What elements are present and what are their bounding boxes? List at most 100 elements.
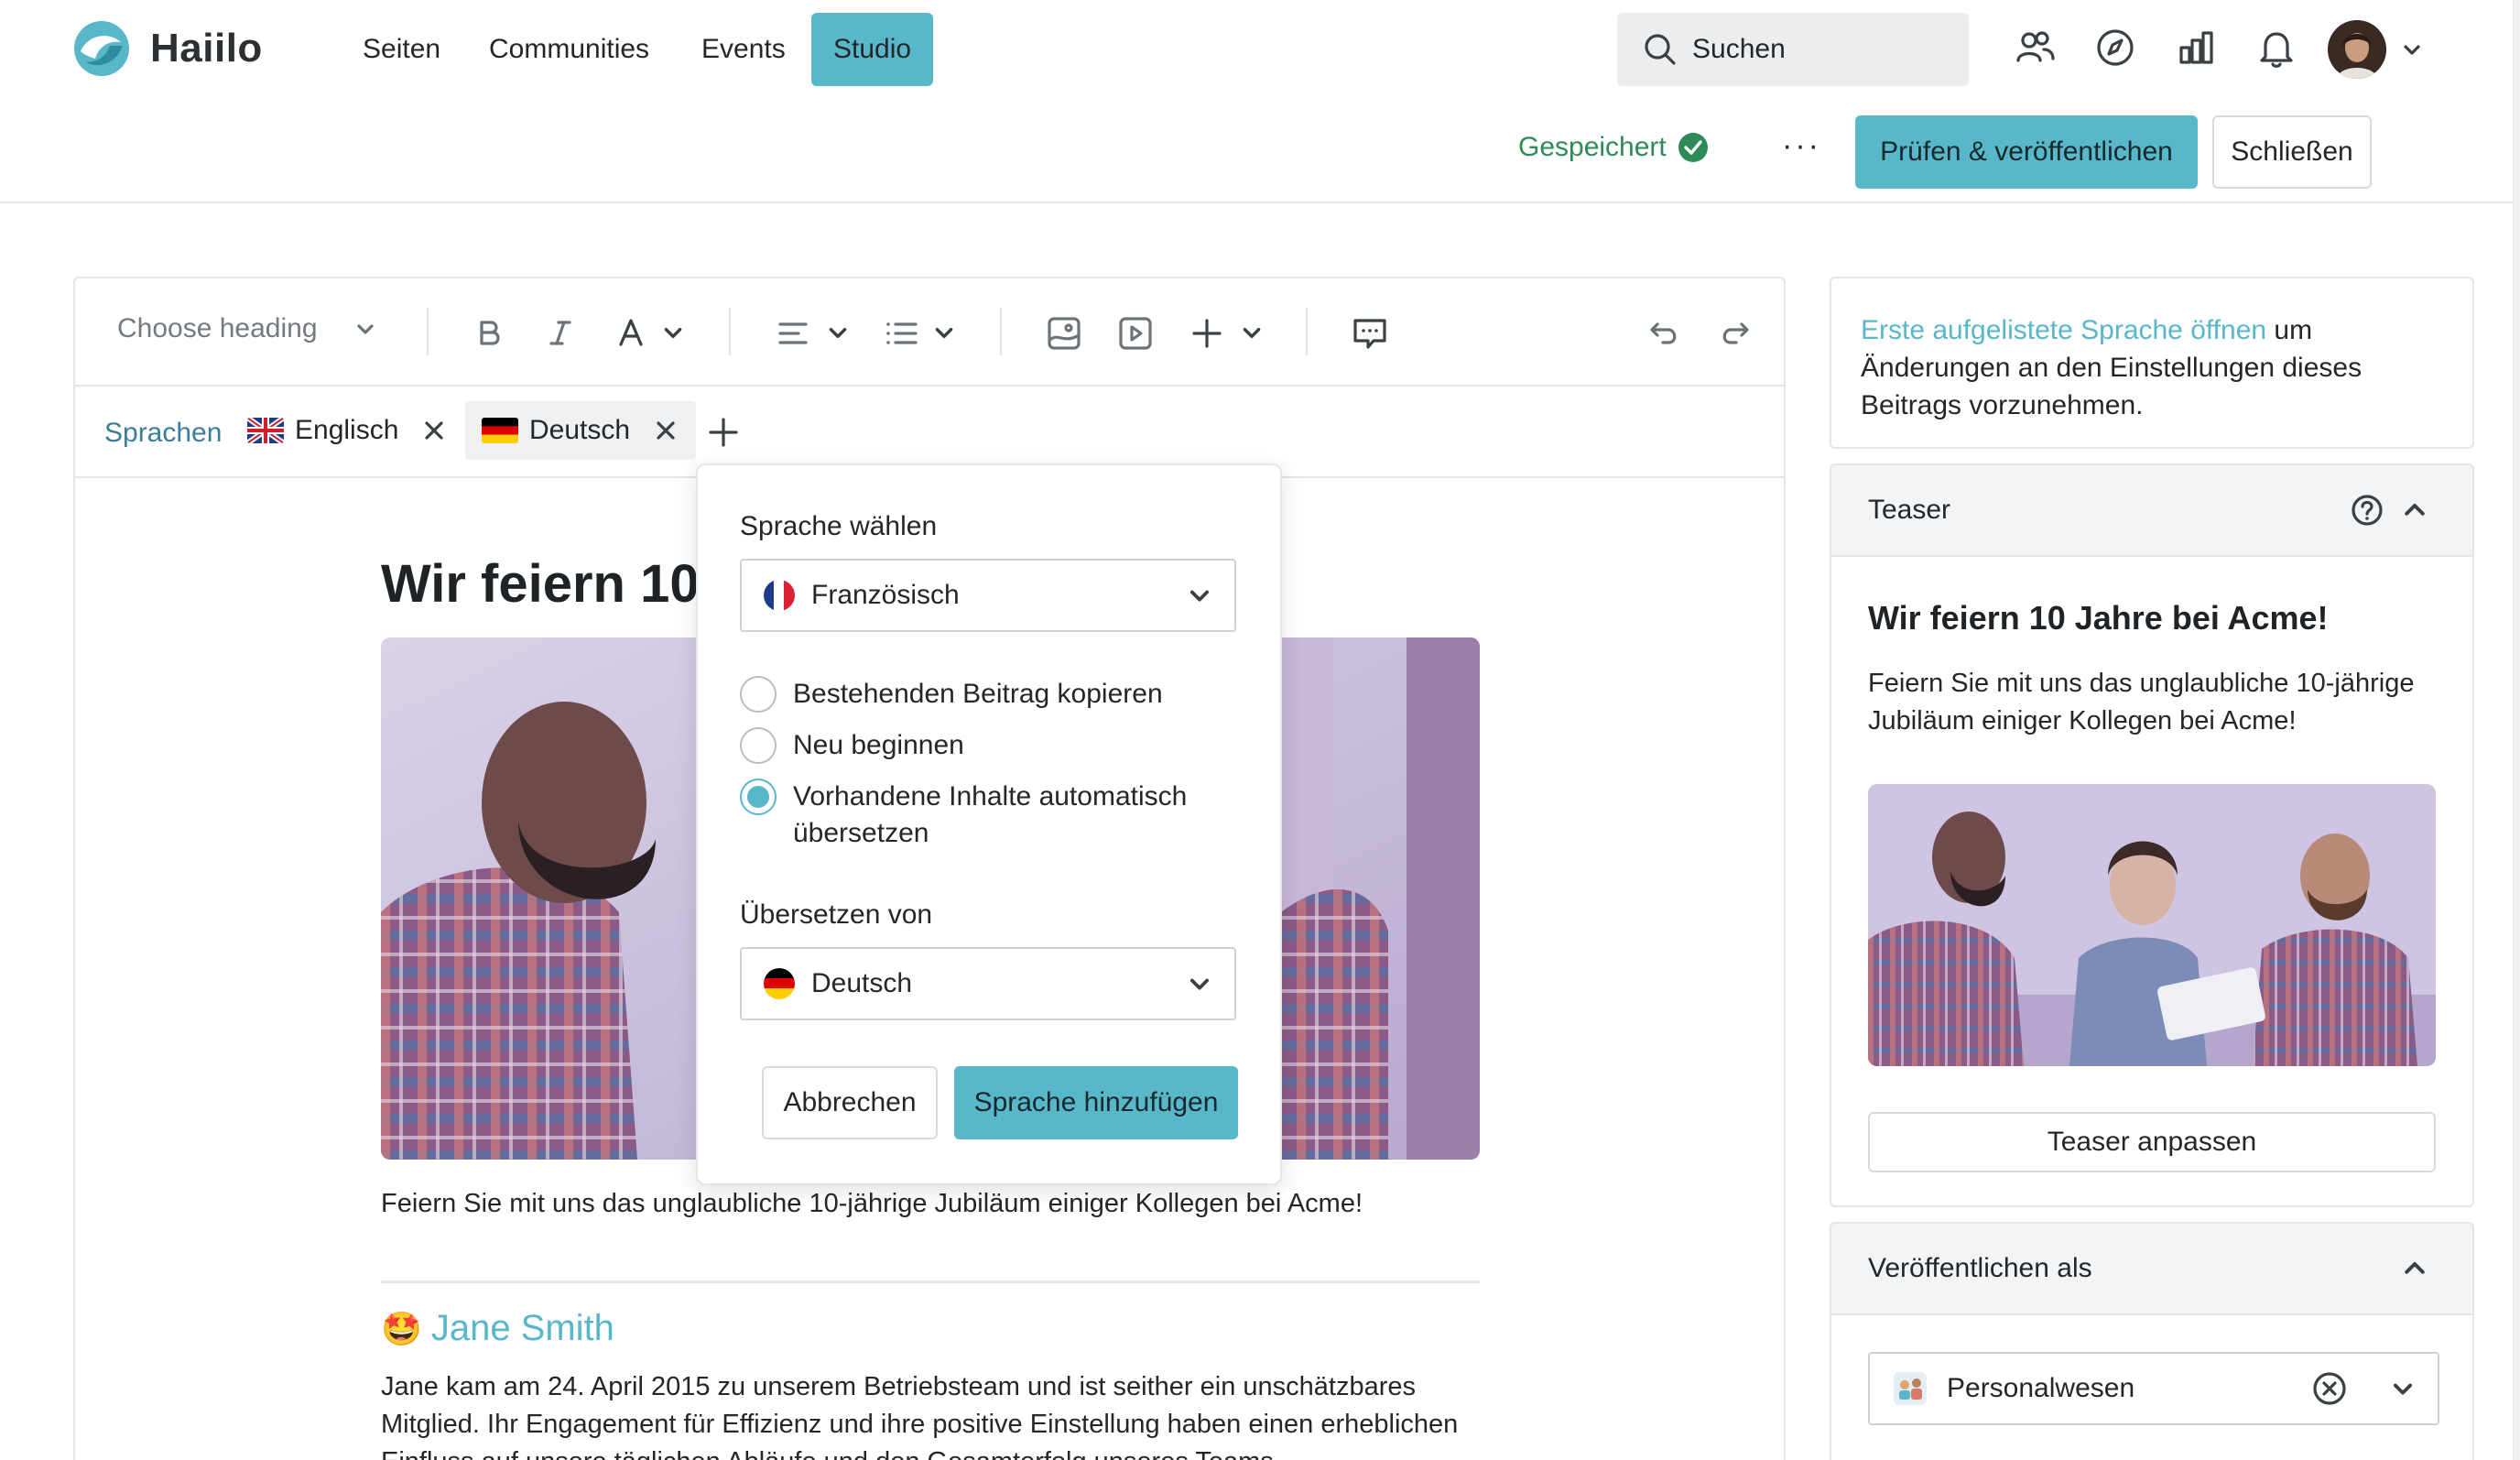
teaser-description: Feiern Sie mit uns das unglaubliche 10-j… [1868,669,2415,735]
publish-as-value: Personalwesen [1947,1373,2135,1403]
add-language-icon[interactable] [707,416,740,449]
language-tag-englisch[interactable]: Englisch [231,401,464,460]
search-placeholder: Suchen [1692,34,1786,64]
chevron-down-icon[interactable] [2401,38,2423,60]
close-icon[interactable] [420,417,448,444]
teaser-header-title: Teaser [1868,495,1951,525]
teaser-image [1868,784,2436,1066]
user-avatar[interactable] [2328,20,2386,79]
close-button[interactable]: Schließen [2212,115,2372,189]
toolbar-divider [729,308,731,355]
publish-as-header-title: Veröffentlichen als [1868,1253,2092,1283]
check-circle-icon [1678,133,1708,162]
cancel-button[interactable]: Abbrechen [762,1066,938,1139]
german-flag-icon [764,968,795,999]
chevron-down-icon[interactable] [826,321,850,344]
app-name: Haiilo [150,26,263,71]
star-struck-emoji-icon: 🤩 [381,1309,422,1347]
chevron-down-icon[interactable] [1240,321,1264,344]
publish-as-select[interactable]: Personalwesen [1868,1352,2439,1425]
nav-item-studio[interactable]: Studio [811,13,934,86]
chevron-up-icon[interactable] [2401,1255,2428,1282]
analytics-icon[interactable] [2174,26,2218,70]
choose-language-label: Sprache wählen [740,511,938,541]
adjust-teaser-button[interactable]: Teaser anpassen [1868,1112,2436,1172]
option-label: Neu beginnen [793,730,964,760]
post-title[interactable]: Wir feiern 10 . [381,553,729,615]
compass-icon[interactable] [2093,26,2137,70]
help-icon[interactable] [2350,493,2384,528]
radio-button[interactable] [740,676,777,713]
italic-icon[interactable] [540,313,581,354]
post-caption[interactable]: Feiern Sie mit uns das unglaubliche 10-j… [381,1189,1363,1219]
author-name: Jane Smith [430,1308,614,1348]
teaser-title: Wir feiern 10 Jahre bei Acme! [1868,599,2329,637]
option-auto-translate[interactable]: Vorhandene Inhalte automatisch übersetze… [740,779,1253,852]
add-language-popover: Sprache wählen Französisch Bestehenden B… [696,463,1282,1185]
publish-as-panel-header[interactable]: Veröffentlichen als [1831,1224,2472,1315]
german-flag-icon [482,418,518,443]
language-tag-label: Deutsch [529,415,631,445]
author-heading[interactable]: 🤩 Jane Smith [381,1308,614,1349]
radio-button-selected[interactable] [740,779,777,815]
nav-item-events[interactable]: Events [679,13,808,86]
text-color-icon[interactable] [612,313,652,354]
language-select[interactable]: Französisch [740,559,1236,632]
search-input[interactable]: Suchen [1617,13,1969,86]
language-tag-deutsch[interactable]: Deutsch [465,401,697,460]
comment-icon[interactable] [1350,313,1390,354]
plus-icon[interactable] [1187,313,1227,354]
chevron-down-icon[interactable] [661,321,685,344]
add-language-button[interactable]: Sprache hinzufügen [954,1066,1238,1139]
more-options-button[interactable]: ··· [1782,128,1821,164]
review-publish-button[interactable]: Prüfen & veröffentlichen [1855,115,2198,189]
author-paragraph[interactable]: Jane kam am 24. April 2015 zu unserem Be… [381,1368,1480,1460]
heading-select[interactable]: Choose heading [117,313,376,344]
bell-icon[interactable] [2254,26,2298,70]
language-tag-label: Englisch [295,415,399,445]
haiilo-logo-icon [74,21,129,76]
translate-from-value: Deutsch [811,968,913,998]
nav-item-seiten[interactable]: Seiten [341,13,462,86]
content-divider [381,1280,1480,1283]
clear-selection-icon[interactable] [2311,1370,2348,1407]
translate-from-label: Übersetzen von [740,899,933,930]
toolbar-divider [1000,308,1002,355]
top-navigation-bar: Haiilo Seiten Communities Events Studio … [0,0,2520,101]
page-scrollbar[interactable] [2513,0,2520,1460]
chevron-down-icon[interactable] [2390,1376,2416,1401]
publish-as-panel: Veröffentlichen als Personalwesen [1830,1222,2474,1460]
option-label: Vorhandene Inhalte automatisch übersetze… [793,781,1188,848]
chevron-down-icon [1189,978,1210,990]
french-flag-icon [764,580,795,611]
haiilo-logo[interactable]: Haiilo [71,18,263,79]
nav-item-communities[interactable]: Communities [467,13,671,86]
team-avatar-icon [1894,1372,1927,1405]
uk-flag-icon [247,418,284,443]
option-label: Bestehenden Beitrag kopieren [793,679,1163,709]
option-copy-existing[interactable]: Bestehenden Beitrag kopieren [740,676,1163,713]
teaser-panel: Teaser Wir feiern 10 Jahre bei Acme! Fei… [1830,463,2474,1207]
undo-icon[interactable] [1645,313,1685,354]
chevron-down-icon[interactable] [932,321,956,344]
radio-button[interactable] [740,727,777,764]
chevron-down-icon [356,324,374,334]
close-icon[interactable] [652,417,679,444]
translate-from-select[interactable]: Deutsch [740,947,1236,1020]
image-icon[interactable] [1044,313,1084,354]
search-icon [1645,34,1676,65]
chevron-down-icon [1189,590,1210,602]
toolbar-divider [427,308,429,355]
teaser-panel-header[interactable]: Teaser [1831,465,2472,557]
option-start-new[interactable]: Neu beginnen [740,727,964,764]
open-first-language-link[interactable]: Erste aufgelistete Sprache öffnen [1861,315,2266,345]
heading-select-placeholder: Choose heading [117,313,318,343]
redo-icon[interactable] [1714,313,1754,354]
align-icon[interactable] [773,313,813,354]
chevron-up-icon[interactable] [2401,496,2428,524]
languages-label: Sprachen [104,418,223,448]
video-icon[interactable] [1115,313,1156,354]
bold-icon[interactable] [469,313,509,354]
list-icon[interactable] [881,313,921,354]
people-icon[interactable] [2013,26,2057,70]
